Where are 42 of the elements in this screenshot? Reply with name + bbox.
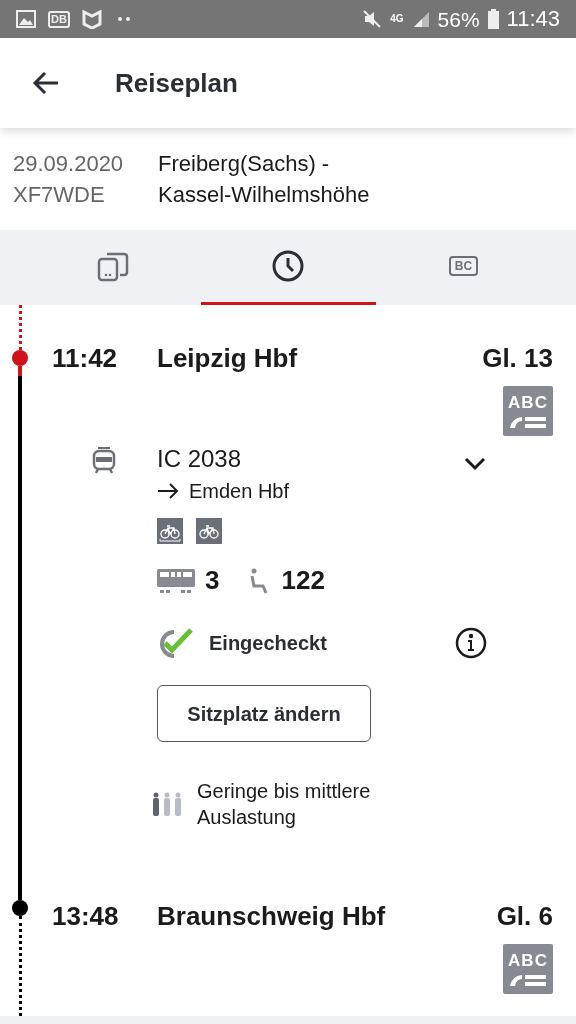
back-arrow-icon: [32, 71, 60, 95]
platform-label: Gl. 6: [496, 899, 553, 933]
arrow-icon: [157, 483, 179, 499]
arrival-time: 13:48: [52, 899, 120, 933]
page-title: Reiseplan: [115, 66, 238, 100]
travel-date: 29.09.2020: [13, 150, 125, 178]
coach-icon: [157, 568, 195, 593]
sector-sign: ABC: [503, 944, 553, 994]
coach-number: 3: [205, 564, 220, 597]
network-label: 4G: [390, 14, 404, 24]
info-button[interactable]: [454, 626, 488, 660]
route-text: Freiberg(Sachs) - Kassel-Wilhelmshöhe: [158, 150, 370, 209]
people-icon: [152, 792, 182, 816]
bicycle-icon: [157, 518, 183, 544]
battery-icon: [487, 9, 499, 29]
sector-sign: ABC: [503, 386, 553, 436]
arrival-time: 11:42: [52, 341, 119, 375]
train-icon: [508, 414, 548, 429]
chevron-down-icon: [464, 457, 487, 471]
station-name: Braunschweig Hbf: [157, 899, 386, 933]
change-seat-button[interactable]: Sitzplatz ändern: [157, 685, 371, 742]
clock-icon: [272, 250, 304, 282]
booking-code: XF7WDE: [13, 181, 106, 209]
shield-icon: [81, 9, 102, 29]
train-destination: Emden Hbf: [189, 479, 290, 504]
phone-copy-icon: [96, 250, 129, 282]
station-name: Leipzig Hbf: [157, 341, 298, 375]
clock: 11:43: [506, 8, 560, 30]
train-number: IC 2038: [157, 444, 243, 474]
check-in-status: Eingecheckt: [209, 631, 327, 656]
more-icon: [117, 17, 130, 21]
train-icon: [508, 972, 548, 987]
bicycle-icon: [196, 518, 222, 544]
occupancy-text: Geringe bis mittlere Auslastung: [197, 779, 372, 830]
app-icon: DB: [48, 10, 70, 28]
info-icon: [455, 627, 487, 659]
mute-icon: [362, 9, 383, 29]
battery-percent: 56%: [437, 8, 480, 30]
image-icon: [16, 10, 36, 28]
seat-number: 122: [281, 564, 325, 597]
platform-label: Gl. 13: [482, 341, 553, 375]
train-icon: [92, 446, 116, 474]
